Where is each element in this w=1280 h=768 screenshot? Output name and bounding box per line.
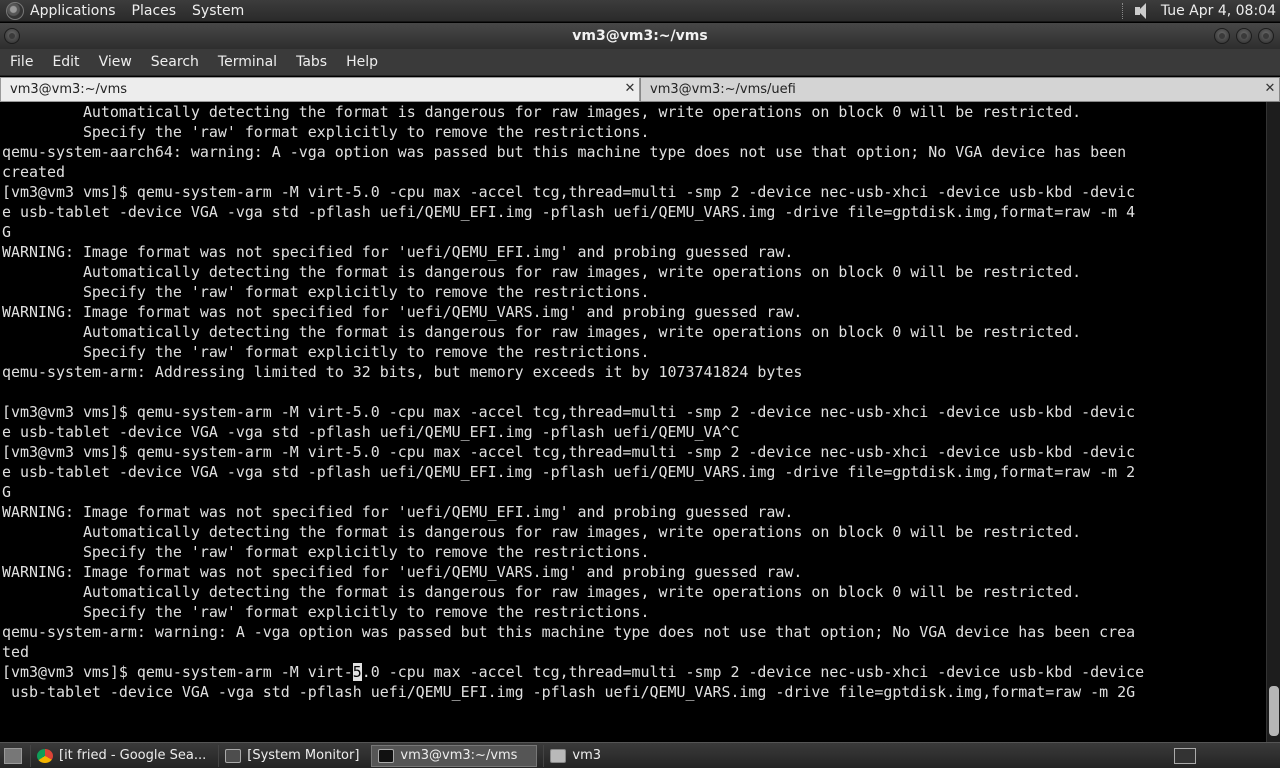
tab-label: vm3@vm3:~/vms/uefi (650, 82, 796, 97)
volume-icon[interactable] (1133, 2, 1151, 20)
gnome-foot-icon[interactable] (6, 1, 24, 20)
menu-search[interactable]: Search (151, 54, 199, 70)
tab-close-icon[interactable]: ✕ (1264, 82, 1276, 95)
workspace-switcher-icon[interactable] (1174, 747, 1196, 764)
terminal-cursor: 5 (352, 663, 362, 681)
terminal-line: e usb-tablet -device VGA -vga std -pflas… (2, 423, 740, 441)
scrollbar-thumb[interactable] (1269, 686, 1279, 736)
places-menu[interactable]: Places (132, 3, 177, 19)
taskbar-label: [it fried - Google Sea... (59, 748, 207, 763)
taskbar-label: vm3@vm3:~/vms (400, 748, 518, 763)
maximize-icon[interactable] (1236, 28, 1252, 44)
taskbar-item-folder[interactable]: vm3 (543, 744, 607, 767)
menu-view[interactable]: View (99, 54, 132, 70)
taskbar-label: [System Monitor] (247, 748, 360, 763)
terminal-line: WARNING: Image format was not specified … (2, 563, 803, 581)
tab-bar: vm3@vm3:~/vms ✕ vm3@vm3:~/vms/uefi ✕ (0, 77, 1280, 102)
terminal-line: Automatically detecting the format is da… (2, 523, 1082, 541)
terminal-line: WARNING: Image format was not specified … (2, 503, 794, 521)
terminal-line: Specify the 'raw' format explicitly to r… (2, 603, 650, 621)
terminal-icon (378, 748, 395, 763)
terminal-line: Specify the 'raw' format explicitly to r… (2, 543, 650, 561)
menu-help[interactable]: Help (346, 54, 378, 70)
terminal-line: created (2, 163, 65, 181)
taskbar-item-terminal[interactable]: vm3@vm3:~/vms (371, 744, 538, 767)
panel-tray: Tue Apr 4, 08:04 (1121, 2, 1280, 20)
prompt-line: [vm3@vm3 vms]$ qemu-system-arm -M virt-5… (0, 662, 1266, 682)
terminal-line: WARNING: Image format was not specified … (2, 243, 794, 261)
terminal-line: qemu-system-arm: warning: A -vga option … (2, 623, 1136, 641)
menu-tabs[interactable]: Tabs (296, 54, 327, 70)
prompt-text: .0 -cpu max -accel tcg,thread=multi -smp… (361, 663, 1145, 681)
terminal-line: Specify the 'raw' format explicitly to r… (2, 283, 650, 301)
menu-terminal[interactable]: Terminal (218, 54, 277, 70)
close-icon[interactable] (1258, 28, 1274, 44)
terminal-line: Automatically detecting the format is da… (2, 103, 1082, 121)
terminal-line: qemu-system-arm: Addressing limited to 3… (2, 363, 803, 381)
window-title-bar[interactable]: vm3@vm3:~/vms (0, 23, 1280, 49)
terminal-line: ted (2, 643, 29, 661)
terminal-scrollbar[interactable] (1266, 102, 1280, 742)
show-desktop-icon[interactable] (4, 747, 22, 764)
terminal-line: qemu-system-aarch64: warning: A -vga opt… (2, 143, 1127, 161)
bottom-taskbar: [it fried - Google Sea... [System Monito… (0, 742, 1280, 768)
window-title: vm3@vm3:~/vms (572, 28, 708, 44)
system-menu[interactable]: System (192, 3, 244, 19)
prompt-continuation: usb-tablet -device VGA -vga std -pflash … (2, 683, 1136, 701)
terminal-line: [vm3@vm3 vms]$ qemu-system-arm -M virt-5… (2, 183, 1136, 201)
terminal-line: WARNING: Image format was not specified … (2, 303, 803, 321)
terminal-line: Automatically detecting the format is da… (2, 263, 1082, 281)
chrome-icon (37, 748, 53, 763)
terminal-output[interactable]: Automatically detecting the format is da… (0, 102, 1266, 742)
terminal-line: Automatically detecting the format is da… (2, 323, 1082, 341)
terminal-line: Specify the 'raw' format explicitly to r… (2, 343, 650, 361)
taskbar-label: vm3 (572, 748, 602, 763)
menu-file[interactable]: File (10, 54, 33, 70)
tab-vms[interactable]: vm3@vm3:~/vms ✕ (0, 77, 640, 102)
top-panel: Applications Places System Tue Apr 4, 08… (0, 0, 1280, 22)
terminal-menu-bar: File Edit View Search Terminal Tabs Help (0, 49, 1280, 76)
taskbar-item-system-monitor[interactable]: [System Monitor] (218, 744, 365, 767)
terminal-line: [vm3@vm3 vms]$ qemu-system-arm -M virt-5… (2, 443, 1136, 461)
terminal-line: G (2, 223, 11, 241)
menu-edit[interactable]: Edit (52, 54, 79, 70)
minimize-icon[interactable] (1214, 28, 1230, 44)
taskbar-item-browser[interactable]: [it fried - Google Sea... (30, 744, 212, 767)
folder-icon (550, 748, 567, 763)
terminal-line: e usb-tablet -device VGA -vga std -pflas… (2, 463, 1136, 481)
applications-menu[interactable]: Applications (30, 3, 116, 19)
tab-label: vm3@vm3:~/vms (10, 82, 128, 97)
terminal-line: G (2, 483, 11, 501)
clock[interactable]: Tue Apr 4, 08:04 (1161, 3, 1276, 19)
panel-separator (1121, 2, 1123, 19)
terminal-line: [vm3@vm3 vms]$ qemu-system-arm -M virt-5… (2, 403, 1136, 421)
tab-uefi[interactable]: vm3@vm3:~/vms/uefi ✕ (640, 77, 1280, 102)
terminal-line: e usb-tablet -device VGA -vga std -pflas… (2, 203, 1136, 221)
window-menu-icon[interactable] (4, 28, 20, 44)
terminal-line: Specify the 'raw' format explicitly to r… (2, 123, 650, 141)
tab-close-icon[interactable]: ✕ (624, 82, 636, 95)
system-monitor-icon (225, 748, 242, 763)
prompt-text: [vm3@vm3 vms]$ qemu-system-arm -M virt- (2, 663, 353, 681)
terminal-line: Automatically detecting the format is da… (2, 583, 1082, 601)
